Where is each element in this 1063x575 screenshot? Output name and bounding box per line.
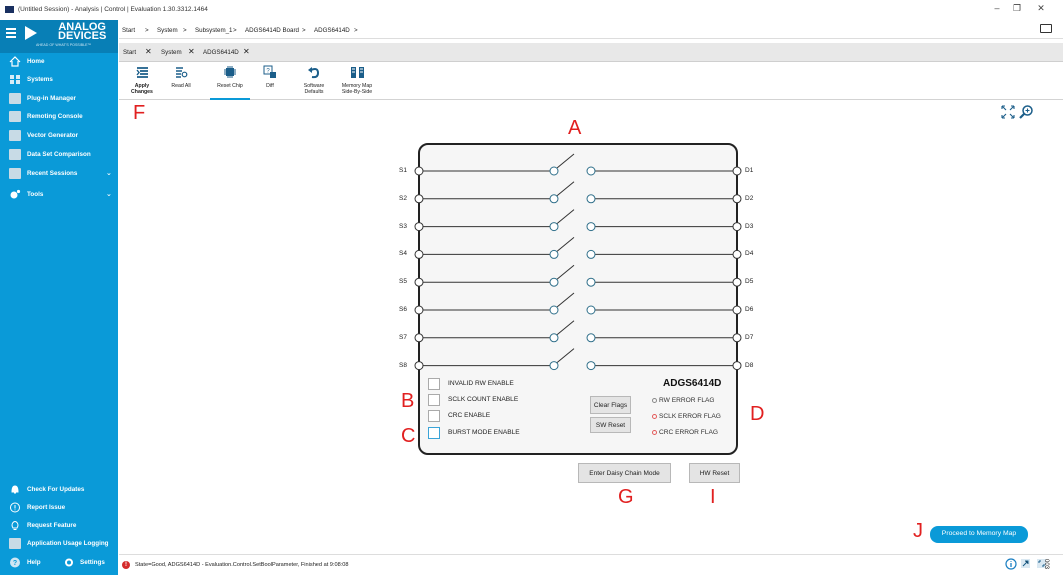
switch-channel[interactable]: [414, 181, 742, 204]
clear-flags-button[interactable]: Clear Flags: [590, 396, 631, 414]
source-pin-label: S4: [399, 250, 407, 258]
switch-terminal-icon: [549, 194, 559, 204]
switch-channel[interactable]: [414, 209, 742, 232]
source-pin-label: S1: [399, 167, 407, 174]
chip-name: ADGS6414D: [663, 378, 722, 389]
checkbox[interactable]: [428, 410, 440, 422]
drain-pin-label: D8: [745, 361, 754, 369]
source-pin-label: S8: [399, 361, 407, 369]
switch-terminal-icon: [549, 277, 559, 287]
switch-terminal-icon: [586, 333, 596, 343]
figure-number: 003: [1043, 559, 1049, 570]
rw-error-flag: RW ERROR FLAG: [652, 397, 715, 404]
info-icon[interactable]: [1005, 558, 1017, 570]
source-pin-label: S6: [399, 306, 407, 313]
sclk-error-flag: SCLK ERROR FLAG: [652, 413, 721, 420]
switch-terminal-icon: [586, 222, 596, 232]
switch-terminal-icon: [549, 361, 559, 371]
drain-pin-icon: [732, 166, 742, 176]
drain-pin-icon: [732, 277, 742, 287]
switch-terminal-icon: [586, 305, 596, 315]
switch-terminal-icon: [586, 166, 596, 176]
source-pin-icon: [414, 305, 424, 315]
crc-error-flag: CRC ERROR FLAG: [652, 429, 718, 436]
drain-pin-label: D6: [745, 306, 754, 313]
switch-channel[interactable]: [414, 348, 742, 371]
source-pin-icon: [414, 333, 424, 343]
drain-pin-label: D1: [745, 167, 754, 174]
checkbox[interactable]: [428, 427, 440, 439]
error-icon: !: [122, 561, 130, 569]
enter-daisy-chain-mode-button[interactable]: Enter Daisy Chain Mode: [578, 463, 671, 483]
drain-pin-label: D4: [745, 250, 754, 258]
source-pin-icon: [414, 194, 424, 204]
switch-array: [414, 153, 742, 371]
source-pin-icon: [414, 277, 424, 287]
source-pin-label: S5: [399, 278, 407, 286]
switch-terminal-icon: [549, 333, 559, 343]
drain-pin-label: D3: [745, 222, 754, 230]
drain-pin-label: D5: [745, 278, 754, 286]
source-pin-icon: [414, 166, 424, 176]
switch-terminal-icon: [586, 249, 596, 259]
checkbox[interactable]: [428, 394, 440, 406]
drain-pin-icon: [732, 222, 742, 232]
drain-pin-icon: [732, 333, 742, 343]
switch-channel[interactable]: [414, 153, 742, 176]
switch-channel[interactable]: [414, 320, 742, 343]
switch-terminal-icon: [549, 166, 559, 176]
export-icon[interactable]: [1020, 558, 1031, 569]
drain-pin-label: D7: [745, 333, 754, 341]
source-pin-icon: [414, 222, 424, 232]
switch-channel[interactable]: [414, 237, 742, 259]
switch-channel[interactable]: [414, 292, 742, 315]
sw-reset-button[interactable]: SW Reset: [590, 417, 631, 433]
proceed-to-memory-map-button[interactable]: Proceed to Memory Map: [930, 526, 1028, 543]
drain-pin-label: D2: [745, 194, 754, 202]
source-pin-icon: [414, 361, 424, 371]
source-pin-label: S2: [399, 194, 407, 202]
drain-pin-icon: [732, 194, 742, 204]
switch-terminal-icon: [549, 222, 559, 232]
status-bar: ! State=Good, ADGS6414D - Evaluation.Con…: [119, 554, 1063, 575]
switch-terminal-icon: [586, 361, 596, 371]
switch-terminal-icon: [549, 305, 559, 315]
status-indicator-icon: [652, 413, 657, 419]
status-indicator-icon: [652, 397, 657, 403]
source-pin-icon: [414, 249, 424, 259]
switch-channel[interactable]: [414, 264, 742, 287]
hw-reset-button[interactable]: HW Reset: [689, 463, 740, 483]
status-indicator-icon: [652, 429, 657, 435]
switch-terminal-icon: [586, 194, 596, 204]
switch-terminal-icon: [586, 277, 596, 287]
status-text: State=Good, ADGS6414D - Evaluation.Contr…: [135, 562, 349, 568]
drain-pin-icon: [732, 249, 742, 259]
drain-pin-icon: [732, 305, 742, 315]
checkbox[interactable]: [428, 378, 440, 390]
drain-pin-icon: [732, 361, 742, 371]
switch-terminal-icon: [549, 249, 559, 259]
source-pin-label: S7: [399, 333, 407, 341]
source-pin-label: S3: [399, 222, 407, 230]
